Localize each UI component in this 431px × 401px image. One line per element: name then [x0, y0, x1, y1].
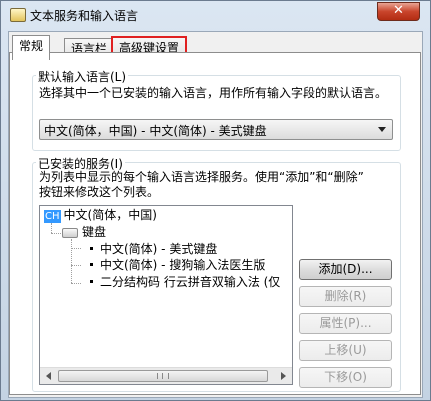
- scroll-left-icon[interactable]: [46, 372, 51, 380]
- bullet-icon: [90, 263, 93, 266]
- close-icon: ✕: [393, 3, 404, 18]
- app-icon: [10, 8, 26, 22]
- tree-item-keyboard-label: 键盘: [82, 225, 107, 239]
- tree-item-service-label: 中文(简体) - 美式键盘: [100, 242, 218, 256]
- tree-item-keyboard[interactable]: 键盘: [82, 225, 106, 240]
- tree-item-service[interactable]: 中文(简体) - 搜狗输入法医生版: [90, 258, 265, 273]
- title-bar[interactable]: 文本服务和输入语言 ✕: [1, 1, 430, 29]
- tree-item-language[interactable]: CH 中文(简体，中国): [44, 208, 157, 223]
- tree-item-service[interactable]: 二分结构码 行云拼音双输入法 (仅: [90, 275, 280, 290]
- default-language-group-title: 默认输入语言(L): [36, 68, 129, 85]
- default-language-selected-value: 中文(简体，中国) - 中文(简体) - 美式键盘: [44, 124, 267, 138]
- tree-item-language-label: 中文(简体，中国): [63, 208, 157, 222]
- chevron-down-icon: [378, 127, 386, 132]
- keyboard-icon: [62, 228, 78, 238]
- scrollbar-thumb[interactable]: [58, 370, 268, 382]
- properties-button[interactable]: 属性(P)...: [299, 313, 392, 334]
- installed-services-tree[interactable]: CH 中文(简体，中国) 键盘 中文(简体) - 美式键盘 中文(简体) - 搜狗…: [39, 205, 293, 385]
- horizontal-scrollbar[interactable]: [40, 367, 292, 384]
- installed-services-description-2: 按钮来修改这个列表。: [39, 185, 160, 199]
- tree-item-service-label: 二分结构码 行云拼音双输入法 (仅: [100, 275, 281, 289]
- language-badge: CH: [44, 210, 61, 223]
- grip-icon: [157, 373, 169, 379]
- add-button[interactable]: 添加(D)...: [299, 259, 392, 280]
- installed-services-description-1: 为列表中显示的每个输入语言选择服务。使用“添加”和“删除”: [39, 170, 364, 184]
- remove-button[interactable]: 删除(R): [299, 286, 392, 307]
- tab-general-label: 常规: [19, 39, 44, 53]
- scroll-right-icon[interactable]: [281, 372, 286, 380]
- move-up-button[interactable]: 上移(U): [299, 340, 392, 361]
- default-language-description: 选择其中一个已安装的输入语言，用作所有输入字段的默认语言。: [39, 86, 388, 100]
- tab-general[interactable]: 常规: [12, 35, 51, 60]
- bullet-icon: [90, 280, 93, 283]
- move-down-button[interactable]: 下移(O): [299, 367, 392, 388]
- window-title: 文本服务和输入语言: [30, 9, 139, 23]
- default-language-select[interactable]: 中文(简体，中国) - 中文(简体) - 美式键盘: [39, 119, 393, 140]
- tree-item-service[interactable]: 中文(简体) - 美式键盘: [90, 242, 217, 257]
- tree-item-service-label: 中文(简体) - 搜狗输入法医生版: [100, 258, 266, 272]
- close-button[interactable]: ✕: [377, 2, 420, 21]
- bullet-icon: [90, 247, 93, 250]
